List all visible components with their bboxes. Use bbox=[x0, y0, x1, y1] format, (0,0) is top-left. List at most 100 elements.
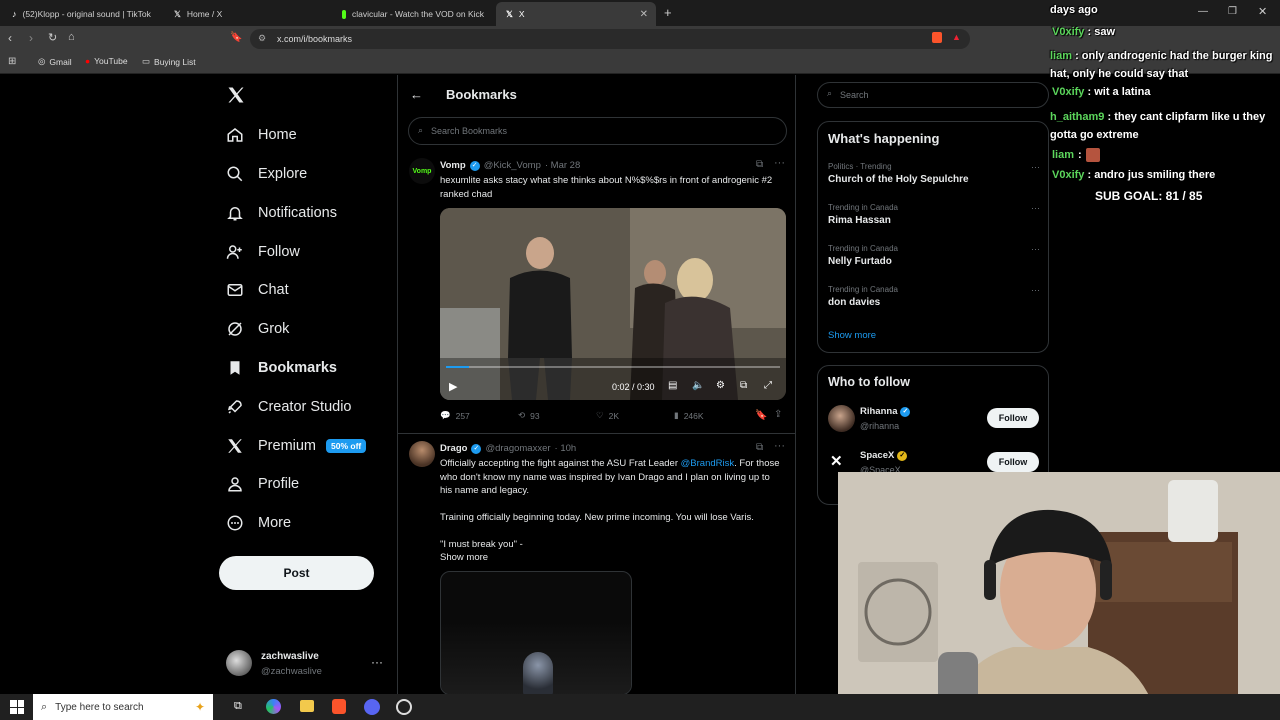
nav-bookmarks[interactable]: Bookmarks bbox=[226, 353, 337, 383]
nav-notifications[interactable]: Notifications bbox=[226, 198, 337, 228]
nav-grok[interactable]: Grok bbox=[226, 314, 289, 344]
tab-kick[interactable]: clavicular - Watch the VOD on Kick bbox=[332, 2, 494, 26]
maximize-button[interactable]: ❐ bbox=[1228, 6, 1237, 17]
back-arrow-icon[interactable]: ‹ bbox=[8, 31, 12, 45]
spacex-logo-icon[interactable]: ✕ bbox=[830, 452, 843, 470]
more-options-icon[interactable]: ··· bbox=[1031, 203, 1040, 213]
author-handle[interactable]: @dragomaxxer bbox=[485, 443, 550, 454]
task-view-icon[interactable]: ⧉ bbox=[234, 700, 242, 713]
avatar[interactable] bbox=[409, 441, 435, 467]
more-options-icon[interactable]: ··· bbox=[1031, 244, 1040, 254]
bookmarks-search-input[interactable]: ⌕ Search Bookmarks bbox=[408, 117, 787, 145]
views-button[interactable]: ▮ 246K bbox=[674, 410, 704, 421]
more-options-icon[interactable]: ··· bbox=[1031, 285, 1040, 295]
repost-button[interactable]: ⟲ 93 bbox=[518, 410, 540, 421]
bookmark-youtube[interactable]: ● YouTube bbox=[85, 56, 128, 66]
trend-context: Trending in Canada bbox=[828, 285, 898, 294]
tweet-time[interactable]: · Mar 28 bbox=[545, 160, 580, 171]
avatar[interactable]: Vomp bbox=[409, 158, 435, 184]
explore-search-input[interactable]: ⌕ Search bbox=[817, 82, 1049, 108]
suggestion-name[interactable]: SpaceX ✓ bbox=[860, 450, 908, 461]
suggestion-name[interactable]: Rihanna ✓ bbox=[860, 406, 911, 417]
chat-text: : andro jus smiling there bbox=[1087, 169, 1216, 181]
brave-rewards-icon[interactable]: ▲ bbox=[952, 32, 961, 42]
discord-icon[interactable] bbox=[364, 699, 380, 715]
brave-browser-icon[interactable] bbox=[332, 699, 346, 714]
post-button[interactable]: Post bbox=[219, 556, 374, 590]
video-player[interactable]: ▶ 0:02 / 0:30 ▤ 🔈 ⚙ ⧉ ⤢ bbox=[440, 208, 786, 400]
tab-home-x[interactable]: 𝕏 Home / X bbox=[164, 2, 330, 26]
back-arrow-icon[interactable]: ← bbox=[410, 87, 423, 102]
file-explorer-icon[interactable] bbox=[300, 700, 314, 712]
bookmark-active-icon[interactable]: 🔖 bbox=[755, 410, 767, 421]
nav-home[interactable]: Home bbox=[226, 120, 297, 150]
pip-icon[interactable]: ⧉ bbox=[740, 380, 747, 391]
x-logo-icon[interactable] bbox=[226, 85, 246, 105]
home-button-icon[interactable]: ⌂ bbox=[68, 31, 75, 43]
bookmark-page-icon[interactable]: 🔖 bbox=[230, 32, 242, 43]
reply-button[interactable]: 💬 257 bbox=[440, 410, 470, 421]
volume-icon[interactable]: 🔈 bbox=[692, 380, 704, 391]
nav-premium[interactable]: Premium 50% off bbox=[226, 431, 367, 461]
author-name[interactable]: Vomp bbox=[440, 160, 466, 171]
close-tab-icon[interactable]: ✕ bbox=[640, 9, 648, 20]
share-icon[interactable]: ⇪ bbox=[774, 409, 782, 420]
trend-item[interactable]: Trending in Canada Nelly Furtado ··· bbox=[828, 244, 1040, 267]
settings-gear-icon[interactable]: ⚙ bbox=[716, 380, 725, 391]
fullscreen-icon[interactable]: ⤢ bbox=[764, 380, 772, 391]
captions-icon[interactable]: ▤ bbox=[668, 380, 677, 391]
trend-item[interactable]: Trending in Canada Rima Hassan ··· bbox=[828, 203, 1040, 226]
like-button[interactable]: ♡ 2K bbox=[596, 410, 619, 421]
video-progress-track[interactable] bbox=[446, 366, 780, 368]
follow-button[interactable]: Follow bbox=[987, 408, 1039, 428]
avatar[interactable] bbox=[828, 405, 855, 432]
url-text[interactable]: x.com/i/bookmarks bbox=[277, 34, 352, 44]
tweet-time[interactable]: · 10h bbox=[555, 443, 577, 454]
reload-icon[interactable]: ↻ bbox=[48, 31, 57, 44]
show-more-link[interactable]: Show more bbox=[828, 330, 876, 341]
account-name[interactable]: zachwaslive bbox=[261, 651, 319, 662]
trend-item[interactable]: Politics · Trending Church of the Holy S… bbox=[828, 162, 1040, 185]
tab-x-active[interactable]: 𝕏 X ✕ bbox=[496, 2, 656, 26]
more-options-icon[interactable]: ··· bbox=[774, 440, 785, 452]
author-handle[interactable]: @Kick_Vomp bbox=[484, 160, 541, 171]
nav-chat[interactable]: Chat bbox=[226, 275, 289, 305]
brave-shield-icon[interactable] bbox=[932, 32, 942, 43]
mention-link[interactable]: @BrandRisk bbox=[681, 458, 734, 469]
play-icon[interactable]: ▶ bbox=[449, 380, 457, 393]
grok-explain-icon[interactable]: ⧉ bbox=[756, 159, 763, 170]
bookmark-buying-list[interactable]: ▭ Buying List bbox=[142, 56, 196, 67]
account-more-icon[interactable]: ··· bbox=[371, 655, 383, 669]
more-options-icon[interactable]: ··· bbox=[1031, 162, 1040, 172]
taskbar-search-input[interactable]: ⌕ Type here to search ✦ bbox=[33, 694, 213, 720]
nav-creator-studio[interactable]: Creator Studio bbox=[226, 392, 352, 422]
tweet-drago[interactable]: Drago ✓ @dragomaxxer · 10h ⧉ ··· Officia… bbox=[398, 435, 795, 695]
trend-item[interactable]: Trending in Canada don davies ··· bbox=[828, 285, 1040, 308]
show-more-link[interactable]: Show more bbox=[440, 551, 488, 565]
apps-grid-icon[interactable]: ⊞ bbox=[8, 56, 16, 67]
grok-explain-icon[interactable]: ⧉ bbox=[756, 442, 763, 453]
nav-follow[interactable]: Follow bbox=[226, 237, 300, 267]
minimize-button[interactable]: — bbox=[1198, 6, 1208, 17]
more-options-icon[interactable]: ··· bbox=[774, 157, 785, 169]
kick-icon bbox=[342, 9, 347, 19]
new-tab-button[interactable]: + bbox=[664, 5, 672, 20]
author-name[interactable]: Drago bbox=[440, 443, 467, 454]
bookmark-gmail[interactable]: ◎ Gmail bbox=[38, 56, 72, 67]
close-window-button[interactable]: ✕ bbox=[1258, 5, 1267, 18]
tab-tiktok[interactable]: ♪ (52)Klopp - original sound | TikTok bbox=[2, 2, 162, 26]
nav-label: Chat bbox=[258, 282, 289, 298]
copilot-icon[interactable] bbox=[266, 699, 281, 714]
account-avatar[interactable] bbox=[226, 650, 252, 676]
obs-icon[interactable] bbox=[396, 699, 412, 715]
tweet-vomp[interactable]: Vomp Vomp ✓ @Kick_Vomp · Mar 28 ⧉ ··· he… bbox=[398, 152, 795, 434]
site-info-icon[interactable]: ⚙ bbox=[258, 33, 266, 44]
follow-button[interactable]: Follow bbox=[987, 452, 1039, 472]
url-field[interactable]: ⚙ x.com/i/bookmarks ▲ bbox=[250, 29, 970, 49]
nav-profile[interactable]: Profile bbox=[226, 469, 299, 499]
nav-explore[interactable]: Explore bbox=[226, 159, 307, 189]
forward-arrow-icon[interactable]: › bbox=[29, 31, 33, 45]
tweet-media[interactable] bbox=[440, 571, 632, 695]
nav-more[interactable]: More bbox=[226, 508, 291, 538]
windows-start-icon[interactable] bbox=[10, 700, 24, 714]
